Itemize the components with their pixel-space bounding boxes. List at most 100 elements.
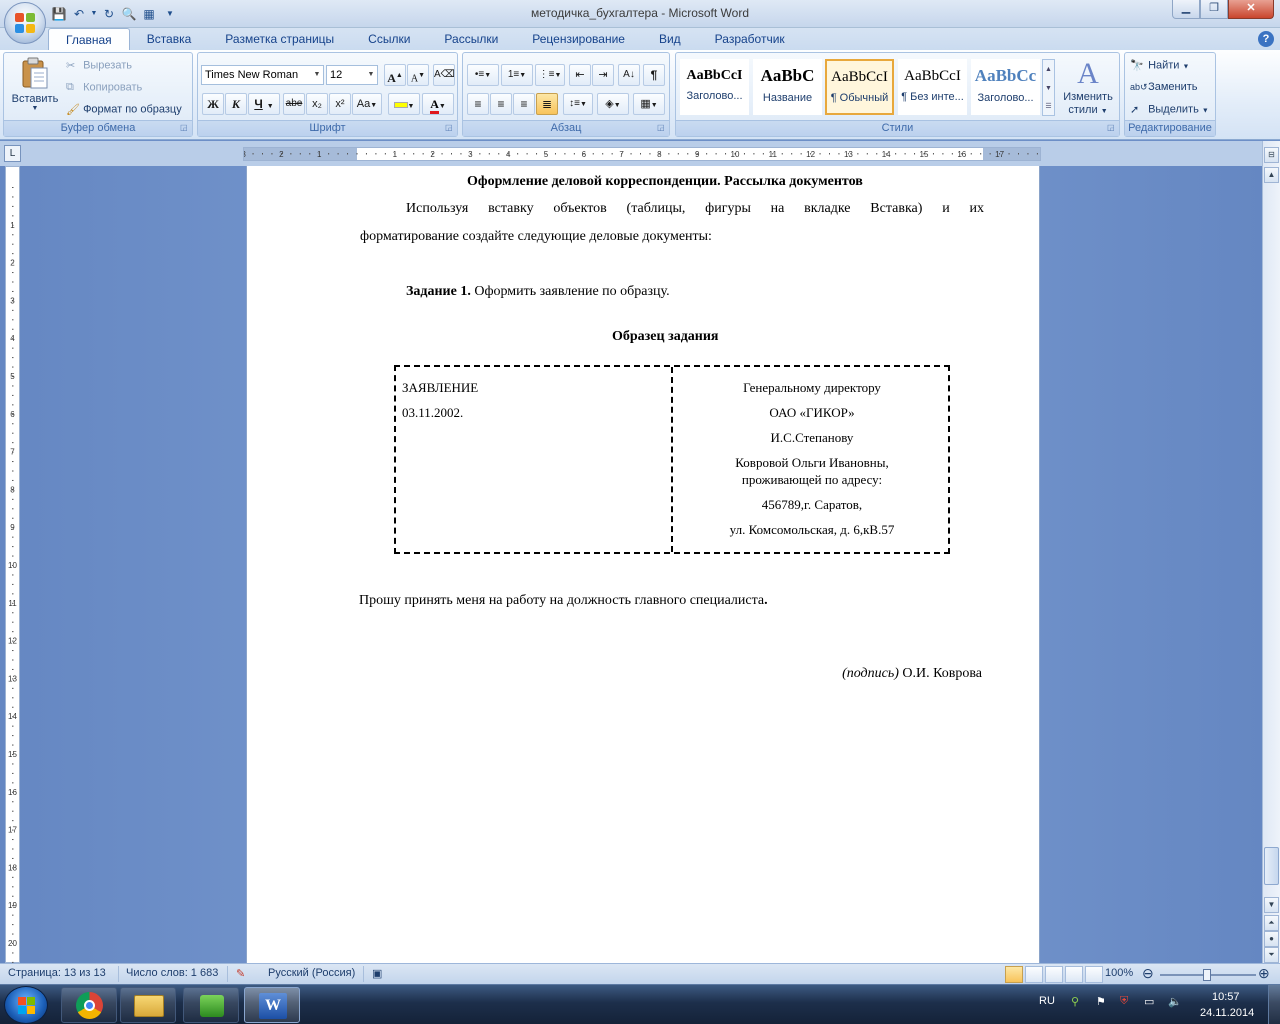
style-heading1[interactable]: AaBbCcI Заголово...	[680, 59, 749, 115]
web-layout-view-button[interactable]	[1045, 966, 1063, 983]
styles-down-icon[interactable]: ▼	[1043, 79, 1054, 98]
numbering-button[interactable]: 1≡▼	[501, 64, 533, 86]
horizontal-ruler[interactable]: 3211234567891011121314151617	[243, 147, 1041, 161]
superscript-button[interactable]: x²	[329, 93, 351, 115]
zoom-level[interactable]: 100%	[1105, 967, 1133, 979]
keyboard-language[interactable]: RU	[1039, 995, 1055, 1007]
help-icon[interactable]: ?	[1258, 31, 1274, 47]
line-spacing-button[interactable]: ↕≡▼	[563, 93, 593, 115]
zoom-out-icon[interactable]: ⊖	[1142, 965, 1154, 982]
vertical-ruler[interactable]: 1 2 3 4 5 6 7 8 9 10 11 12 13 14 15 16 17 18 19 20	[5, 166, 20, 963]
styles-more-icon[interactable]: ☰	[1043, 98, 1054, 115]
font-name-dropdown-icon[interactable]: ▼	[311, 66, 323, 84]
tray-shield-icon[interactable]: ⛨	[1120, 995, 1128, 1008]
word-count[interactable]: Число слов: 1 683	[126, 967, 218, 979]
select-browse-object-icon[interactable]: ●	[1264, 931, 1279, 947]
bold-button[interactable]: Ж	[202, 93, 224, 115]
tab-review[interactable]: Рецензирование	[515, 28, 642, 50]
show-desktop-button[interactable]	[1268, 985, 1280, 1024]
select-button[interactable]: ➚ Выделить ▼	[1130, 103, 1209, 116]
highlight-button[interactable]: ▼	[388, 93, 420, 115]
clock-date[interactable]: 24.11.2014	[1200, 1007, 1254, 1019]
tab-selector-button[interactable]: L	[4, 145, 21, 162]
scroll-up-icon[interactable]: ▲	[1264, 167, 1279, 183]
close-button[interactable]: ✕	[1228, 0, 1274, 19]
scroll-thumb[interactable]	[1264, 847, 1279, 885]
justify-button[interactable]: ≣	[536, 93, 558, 115]
cut-button[interactable]: ✂ Вырезать	[66, 59, 132, 72]
multilevel-list-button[interactable]: ⋮≡▼	[535, 64, 565, 86]
tray-volume-icon[interactable]: 🔈	[1168, 995, 1182, 1008]
replace-button[interactable]: ab↺ Заменить	[1130, 81, 1198, 93]
style-no-spacing[interactable]: AaBbCcI ¶ Без инте...	[898, 59, 967, 115]
paragraph-launcher-icon[interactable]: ◲	[657, 124, 666, 133]
show-marks-button[interactable]: ¶	[643, 64, 665, 86]
font-color-button[interactable]: A▼	[422, 93, 454, 115]
tab-home[interactable]: Главная	[48, 28, 130, 50]
font-name-combo[interactable]: Times New Roman ▼	[201, 65, 324, 85]
clipboard-launcher-icon[interactable]: ◲	[180, 124, 189, 133]
scroll-down-icon[interactable]: ▼	[1264, 897, 1279, 913]
page-counter[interactable]: Страница: 13 из 13	[8, 967, 106, 979]
maximize-button[interactable]: ❐	[1200, 0, 1228, 19]
print-layout-view-button[interactable]	[1005, 966, 1023, 983]
application-table[interactable]: ЗАЯВЛЕНИЕ 03.11.2002. Генеральному дирек…	[394, 365, 950, 554]
start-button[interactable]	[4, 986, 48, 1024]
zoom-slider-thumb[interactable]	[1203, 969, 1211, 981]
tab-page-layout[interactable]: Разметка страницы	[208, 28, 351, 50]
tab-view[interactable]: Вид	[642, 28, 698, 50]
change-styles-button[interactable]: A Изменить стили ▼	[1060, 57, 1116, 118]
change-case-button[interactable]: Aa▼	[352, 93, 382, 115]
decrease-indent-button[interactable]: ⇤	[569, 64, 591, 86]
underline-button[interactable]: Ч ▼	[248, 93, 280, 115]
borders-button[interactable]: ▦▼	[633, 93, 665, 115]
subscript-button[interactable]: x₂	[306, 93, 328, 115]
taskbar-explorer[interactable]	[120, 987, 176, 1023]
table-cell-right[interactable]: Генеральному директору ОАО «ГИКОР» И.С.С…	[676, 375, 948, 542]
language-indicator[interactable]: Русский (Россия)	[268, 967, 355, 979]
office-button[interactable]	[4, 2, 46, 44]
copy-button[interactable]: ⧉ Копировать	[66, 81, 142, 94]
minimize-button[interactable]: ▁	[1172, 0, 1200, 19]
format-painter-button[interactable]: 🖌 Формат по образцу	[66, 103, 182, 116]
taskbar-chrome[interactable]	[61, 987, 117, 1023]
bullets-button[interactable]: •≡▼	[467, 64, 499, 86]
previous-page-icon[interactable]: ⏶	[1264, 915, 1279, 931]
font-size-dropdown-icon[interactable]: ▼	[365, 66, 377, 84]
taskbar-word[interactable]: W	[244, 987, 300, 1023]
sort-button[interactable]: A↓	[618, 64, 640, 86]
paste-button[interactable]: Вставить ▼	[7, 57, 63, 119]
tab-developer[interactable]: Разработчик	[698, 28, 802, 50]
strikethrough-button[interactable]: abe	[283, 93, 305, 115]
macro-record-icon[interactable]: ▣	[372, 967, 382, 980]
tray-monitor-icon[interactable]: ▭	[1144, 995, 1154, 1008]
font-size-combo[interactable]: 12 ▼	[326, 65, 378, 85]
style-heading2[interactable]: AaBbCc Заголово...	[971, 59, 1040, 115]
styles-up-icon[interactable]: ▲	[1043, 60, 1054, 79]
clear-formatting-button[interactable]: A⌫	[433, 64, 455, 86]
ruler-view-icon[interactable]: ⊟	[1264, 147, 1279, 163]
style-normal[interactable]: AaBbCcI ¶ Обычный	[825, 59, 894, 115]
italic-button[interactable]: К	[225, 93, 247, 115]
align-left-button[interactable]: ≡	[467, 93, 489, 115]
find-button[interactable]: 🔭 Найти ▼	[1130, 59, 1189, 72]
zoom-slider[interactable]	[1160, 969, 1256, 981]
tab-insert[interactable]: Вставка	[130, 28, 209, 50]
increase-indent-button[interactable]: ⇥	[592, 64, 614, 86]
clock-time[interactable]: 10:57	[1212, 991, 1240, 1003]
tab-mailings[interactable]: Рассылки	[427, 28, 515, 50]
next-page-icon[interactable]: ⏷	[1264, 947, 1279, 963]
font-launcher-icon[interactable]: ◲	[445, 124, 454, 133]
full-screen-reading-view-button[interactable]	[1025, 966, 1043, 983]
table-cell-left[interactable]: ЗАЯВЛЕНИЕ 03.11.2002.	[402, 375, 667, 425]
draft-view-button[interactable]	[1085, 966, 1103, 983]
spelling-check-icon[interactable]: ✎	[236, 967, 245, 980]
shading-button[interactable]: ◈▼	[597, 93, 629, 115]
outline-view-button[interactable]	[1065, 966, 1083, 983]
tray-flag-icon[interactable]: ⚑	[1096, 995, 1106, 1008]
align-center-button[interactable]: ≡	[490, 93, 512, 115]
taskbar-app[interactable]	[183, 987, 239, 1023]
tray-network-icon[interactable]: ⚲	[1071, 995, 1079, 1008]
document-page[interactable]: Оформление деловой корреспонденции. Расс…	[246, 166, 1040, 963]
tab-references[interactable]: Ссылки	[351, 28, 427, 50]
